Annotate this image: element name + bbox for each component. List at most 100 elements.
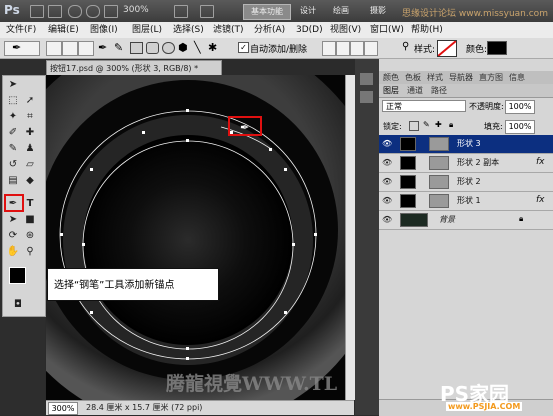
eyedropper-icon[interactable]: ✐: [6, 126, 20, 139]
workspace-photo-button[interactable]: 摄影: [367, 4, 389, 18]
menu-window[interactable]: 窗口(W): [370, 23, 404, 37]
menu-layer[interactable]: 图层(L): [132, 23, 162, 37]
polygon-icon[interactable]: ⬢: [178, 41, 188, 54]
lock-move-icon[interactable]: ✚: [435, 120, 442, 129]
blend-mode-select[interactable]: 正常: [382, 100, 466, 112]
workspace-basic-button[interactable]: 基本功能: [243, 4, 291, 20]
path-select-icon[interactable]: ➤: [6, 213, 20, 226]
tab-histogram[interactable]: 直方图: [479, 72, 503, 83]
lock-paint-icon[interactable]: ✎: [423, 120, 430, 129]
freeform-pen-icon[interactable]: ✎: [114, 41, 123, 54]
menu-file[interactable]: 文件(F): [6, 23, 36, 37]
lasso-tool-icon[interactable]: ➚: [23, 94, 37, 107]
paths-icon[interactable]: [62, 41, 78, 56]
custom-shape-icon[interactable]: ✱: [208, 41, 217, 54]
tab-navigator[interactable]: 导航器: [449, 72, 473, 83]
rounded-rectangle-icon[interactable]: [146, 42, 159, 54]
color-swatch[interactable]: [487, 41, 507, 55]
visibility-eye-icon[interactable]: 👁︎: [382, 139, 392, 148]
tab-color[interactable]: 颜色: [383, 72, 399, 83]
marquee-tool-icon[interactable]: ⬚: [6, 94, 20, 107]
panel-icon-2[interactable]: [360, 91, 373, 103]
visibility-eye-icon[interactable]: 👁︎: [382, 196, 392, 205]
hand-icon[interactable]: [68, 5, 82, 18]
workspace-design-button[interactable]: 设计: [297, 4, 319, 18]
tab-layers[interactable]: 图层: [383, 85, 399, 96]
history-brush-icon[interactable]: ↺: [6, 158, 20, 171]
gradient-icon[interactable]: ▤: [6, 174, 20, 187]
menu-edit[interactable]: 编辑(E): [48, 23, 79, 37]
rectangle-shape-icon[interactable]: [130, 42, 143, 54]
visibility-eye-icon[interactable]: 👁︎: [382, 215, 392, 224]
quick-mask-icon[interactable]: ◘: [11, 298, 25, 311]
clone-stamp-icon[interactable]: ♟: [23, 142, 37, 155]
shape-layers-icon[interactable]: [46, 41, 62, 56]
fill-input[interactable]: 100%: [505, 120, 535, 134]
zoom-level-select[interactable]: 300%: [123, 4, 169, 17]
exclude-icon[interactable]: [364, 41, 378, 56]
lock-transparent-icon[interactable]: [409, 121, 419, 131]
zoom-icon[interactable]: ⚲: [23, 245, 37, 258]
tab-channels[interactable]: 通道: [407, 85, 423, 96]
tab-styles[interactable]: 样式: [427, 72, 443, 83]
shape-tool-icon[interactable]: ■: [23, 213, 37, 226]
3d-rotate-icon[interactable]: ⟳: [6, 229, 20, 242]
menu-filter[interactable]: 滤镜(T): [213, 23, 244, 37]
quick-select-icon[interactable]: ✦: [6, 110, 20, 123]
style-picker[interactable]: [437, 40, 457, 57]
layer-effects-icon[interactable]: fx: [536, 157, 545, 167]
type-tool-icon[interactable]: T: [23, 197, 37, 210]
tab-info[interactable]: 信息: [509, 72, 525, 83]
layer-name: 形状 2 副本: [457, 158, 500, 167]
arrange-documents-icon[interactable]: [174, 5, 188, 18]
menu-view[interactable]: 视图(V): [330, 23, 361, 37]
crop-tool-icon[interactable]: ⌗: [23, 110, 37, 123]
layer-effects-icon[interactable]: fx: [536, 195, 545, 205]
brush-tool-icon[interactable]: ✎: [6, 142, 20, 155]
hand-tool-icon[interactable]: ✋: [6, 245, 20, 258]
vertical-scrollbar[interactable]: [345, 75, 355, 400]
tab-paths[interactable]: 路径: [431, 85, 447, 96]
screen-mode-icon[interactable]: [200, 5, 214, 18]
menu-analysis[interactable]: 分析(A): [254, 23, 285, 37]
layer-row-shape2-copy[interactable]: 👁︎ 形状 2 副本 fx: [379, 154, 553, 173]
canvas[interactable]: ✒ 腾龍視覺WWW.TL: [46, 75, 345, 400]
3d-orbit-icon[interactable]: ⊛: [23, 229, 37, 242]
layer-row-shape2[interactable]: 👁︎ 形状 2: [379, 173, 553, 192]
intersect-icon[interactable]: [350, 41, 364, 56]
move-tool-icon[interactable]: ➤: [6, 78, 20, 91]
foreground-color-swatch[interactable]: [9, 267, 26, 284]
menu-select[interactable]: 选择(S): [173, 23, 204, 37]
visibility-eye-icon[interactable]: 👁︎: [382, 158, 392, 167]
bridge-icon[interactable]: [30, 5, 44, 18]
auto-add-delete-checkbox[interactable]: ✓: [238, 42, 249, 53]
pen-tool-icon[interactable]: ✒: [98, 41, 107, 54]
healing-brush-icon[interactable]: ✚: [23, 126, 37, 139]
zoom-field[interactable]: 300%: [48, 402, 78, 415]
layer-row-background[interactable]: 👁︎ 背景 🔒︎: [379, 211, 553, 230]
visibility-eye-icon[interactable]: 👁︎: [382, 177, 392, 186]
opacity-input[interactable]: 100%: [505, 100, 535, 114]
minibridge-icon[interactable]: [48, 5, 62, 18]
grid-icon[interactable]: [104, 5, 118, 18]
combine-icon[interactable]: [322, 41, 336, 56]
zoom-tool-icon[interactable]: [86, 5, 100, 18]
subtract-icon[interactable]: [336, 41, 350, 56]
tool-preset-picker[interactable]: [4, 41, 40, 56]
eraser-icon[interactable]: ▱: [23, 158, 37, 171]
blur-tool-icon[interactable]: ◆: [23, 174, 37, 187]
lock-all-icon[interactable]: 🔒︎: [449, 120, 453, 130]
menu-help[interactable]: 帮助(H): [411, 23, 443, 37]
panel-icon-1[interactable]: [360, 73, 373, 85]
layer-row-shape1[interactable]: 👁︎ 形状 1 fx: [379, 192, 553, 211]
line-icon[interactable]: ╲: [194, 41, 201, 54]
layer-row-shape3[interactable]: 👁︎ 形状 3: [379, 135, 553, 154]
workspace-paint-button[interactable]: 绘画: [330, 4, 352, 18]
ellipse-icon[interactable]: [162, 42, 175, 54]
fill-pixels-icon[interactable]: [78, 41, 94, 56]
right-panels: 颜色 色板 样式 导航器 直方图 信息 图层 通道 路径 正常 不透明度: 10…: [379, 59, 553, 416]
menu-image[interactable]: 图像(I): [90, 23, 118, 37]
document-tab[interactable]: 按钮17.psd @ 300% (形状 3, RGB/8) *: [46, 60, 222, 75]
menu-3d[interactable]: 3D(D): [296, 23, 323, 37]
tab-swatches[interactable]: 色板: [405, 72, 421, 83]
